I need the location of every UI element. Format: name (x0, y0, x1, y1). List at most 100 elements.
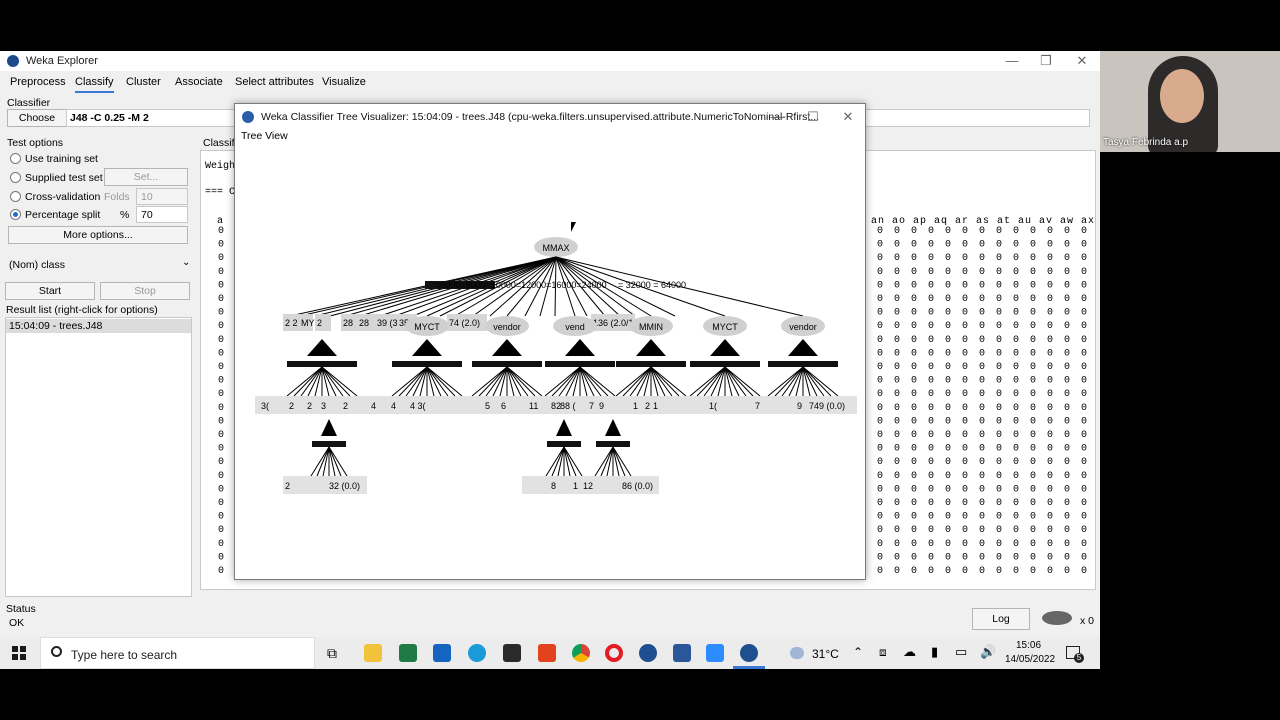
meet-now-icon[interactable]: ⧈ (879, 645, 887, 660)
more-options-button[interactable]: More options... (8, 226, 188, 244)
office-icon[interactable] (538, 644, 556, 662)
tree-edge (579, 366, 595, 397)
stop-button[interactable]: Stop (100, 282, 190, 300)
task-view-icon[interactable]: ⧉ (327, 645, 337, 662)
onedrive-icon[interactable]: ☁ (903, 644, 916, 660)
telegram-active-icon[interactable] (740, 644, 758, 662)
tab-select-attributes[interactable]: Select attributes (235, 76, 314, 88)
zoom-icon[interactable] (706, 644, 724, 662)
matrix-cell: 0 (1081, 321, 1087, 332)
tree-leaf-label: 1 (653, 401, 658, 411)
matrix-cell: 0 (1064, 416, 1070, 427)
battery-icon[interactable]: ▭ (955, 644, 967, 660)
close-icon[interactable]: ✕ (1072, 53, 1092, 69)
file-explorer-icon[interactable] (364, 644, 382, 662)
matrix-cell: 0 (1047, 539, 1053, 550)
class-select[interactable]: (Nom) class ⌄ (4, 256, 194, 274)
opera-icon[interactable] (605, 644, 623, 662)
chevron-up-icon[interactable]: ⌃ (853, 645, 863, 659)
edge-icon[interactable] (468, 644, 486, 662)
tree-edge (398, 366, 428, 397)
matrix-cell: 0 (1030, 457, 1036, 468)
matrix-cell: 0 (945, 389, 951, 400)
matrix-cell: 0 (1030, 294, 1036, 305)
matrix-cell: 0 (1013, 525, 1019, 536)
explorer-title-bar: Weka Explorer — ❐ ✕ (0, 51, 1100, 71)
matrix-cell: 0 (996, 253, 1002, 264)
matrix-cell: 0 (911, 240, 917, 251)
tree-edge-label-bar (545, 361, 615, 367)
tree-leaf-label: 28 (343, 318, 353, 328)
radio-use-training-set[interactable] (10, 153, 21, 164)
telegram-icon[interactable] (639, 644, 657, 662)
result-item[interactable]: 15:04:09 - trees.J48 (6, 319, 191, 333)
matrix-cell: 0 (894, 267, 900, 278)
start-button[interactable]: Start (5, 282, 95, 300)
microphone-icon[interactable]: ▮ (931, 644, 938, 660)
chrome-icon[interactable] (572, 644, 590, 662)
matrix-cell: 0 (1081, 240, 1087, 251)
radio-cross-validation[interactable] (10, 191, 21, 202)
minimize-icon[interactable]: — (767, 109, 787, 125)
status-value: OK (9, 617, 25, 629)
tree-edge-label: = 32000 = 64000 (618, 280, 686, 290)
matrix-cell: 0 (1081, 253, 1087, 264)
set-button[interactable]: Set... (104, 168, 188, 186)
weka-bird-icon (1042, 611, 1072, 625)
result-list[interactable]: 15:04:09 - trees.J48 (5, 317, 192, 597)
matrix-cell: 0 (1081, 376, 1087, 387)
dropbox-icon[interactable] (503, 644, 521, 662)
folds-input[interactable]: 10 (136, 188, 188, 205)
tree-leaf-label: 3 (321, 401, 326, 411)
restore-icon[interactable]: ❐ (1036, 53, 1056, 69)
percentage-input[interactable]: 70 (136, 206, 188, 223)
use-training-set-label: Use training set (25, 153, 98, 165)
matrix-cell: 0 (928, 430, 934, 441)
taskbar-search-box[interactable]: Type here to search (40, 637, 315, 669)
matrix-cell: 0 (928, 484, 934, 495)
matrix-cell: 0 (877, 512, 883, 523)
windows-start-icon[interactable] (12, 646, 26, 660)
tree-leaf-label: 2 (285, 481, 290, 491)
tab-associate[interactable]: Associate (175, 76, 223, 88)
tab-cluster[interactable]: Cluster (126, 76, 161, 88)
volume-icon[interactable]: 🔊 (980, 644, 996, 660)
bird-count: x 0 (1080, 615, 1095, 627)
close-icon[interactable]: ✕ (838, 109, 858, 125)
word-icon[interactable] (673, 644, 691, 662)
excel-icon[interactable] (399, 644, 417, 662)
matrix-cell: 0 (962, 240, 968, 251)
clock-time[interactable]: 15:06 (1016, 640, 1041, 651)
tree-edge (612, 446, 626, 477)
matrix-cell: 0 (928, 512, 934, 523)
radio-percentage-split[interactable] (10, 209, 21, 220)
tab-visualize[interactable]: Visualize (322, 76, 366, 88)
matrix-cell: 0 (996, 484, 1002, 495)
tree-canvas[interactable]: MMAX =6000=8000=10000=12000=16000=24000 = … (235, 144, 865, 578)
clock-date[interactable]: 14/05/2022 (1005, 654, 1055, 665)
tab-classify[interactable]: Classify (75, 76, 114, 93)
matrix-cell: 0 (1047, 566, 1053, 577)
matrix-cell: 0 (877, 498, 883, 509)
choose-button[interactable]: Choose (7, 109, 67, 127)
radio-supplied-test-set[interactable] (10, 172, 21, 183)
matrix-cell: 0 (928, 416, 934, 427)
log-button[interactable]: Log (972, 608, 1030, 630)
tree-edge (802, 366, 818, 397)
matrix-cell: 0 (996, 267, 1002, 278)
maximize-icon[interactable]: ☐ (803, 109, 823, 125)
tree-edge-label-bar (287, 361, 357, 367)
matrix-cell: 0 (962, 403, 968, 414)
temperature[interactable]: 31°C (812, 647, 839, 661)
result-item-label: 15:04:09 - trees.J48 (9, 320, 103, 332)
matrix-cell: 0 (877, 403, 883, 414)
matrix-cell: 0 (1013, 280, 1019, 291)
minimize-icon[interactable]: — (1002, 53, 1022, 69)
mail-icon[interactable] (433, 644, 451, 662)
matrix-cell: 0 (1081, 403, 1087, 414)
matrix-cell: 0 (996, 430, 1002, 441)
tab-preprocess[interactable]: Preprocess (10, 76, 66, 88)
matrix-cell: 0 (962, 484, 968, 495)
matrix-cell: 0 (1047, 240, 1053, 251)
tree-subtree-triangle (492, 339, 522, 356)
